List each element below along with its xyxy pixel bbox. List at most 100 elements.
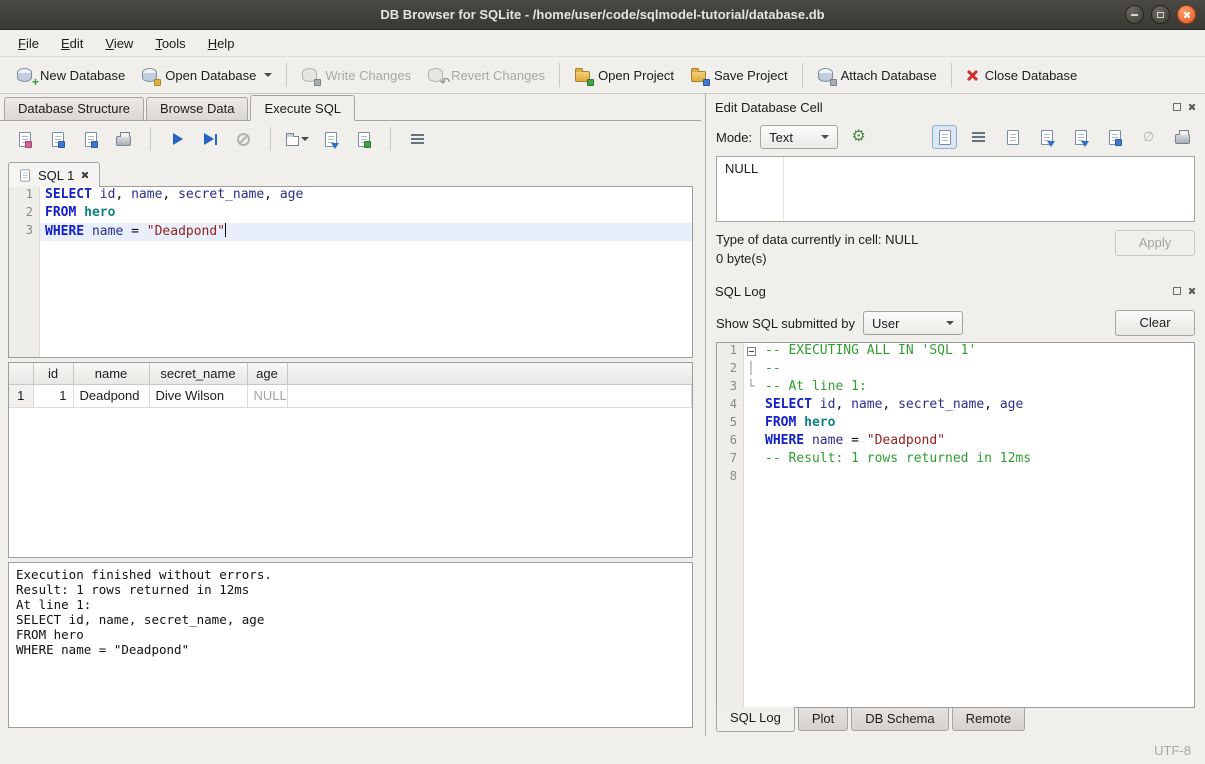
open-database-button[interactable]: Open Database — [133, 62, 280, 89]
dock-close-icon[interactable] — [1188, 287, 1196, 295]
sql-log-view[interactable]: 1-- EXECUTING ALL IN 'SQL 1'2│--3└-- At … — [716, 342, 1195, 708]
menu-edit[interactable]: Edit — [51, 32, 93, 55]
text-mode-button[interactable] — [932, 125, 957, 149]
export-cell-data-button[interactable] — [1068, 125, 1093, 149]
menu-bar: File Edit View Tools Help — [0, 30, 1205, 57]
close-tab-icon[interactable] — [81, 171, 89, 179]
menu-file[interactable]: File — [8, 32, 49, 55]
code-line: 6WHERE name = "Deadpond" — [717, 433, 1194, 451]
toolbar-separator — [286, 63, 287, 87]
new-database-button[interactable]: + New Database — [8, 62, 133, 89]
results-grid[interactable]: idnamesecret_nameage 11DeadpondDive Wils… — [8, 362, 693, 558]
cell-word-wrap-button[interactable] — [966, 125, 991, 149]
table-row[interactable]: 11DeadpondDive WilsonNULL — [9, 384, 692, 407]
log-filter-select[interactable]: User — [863, 311, 963, 335]
column-header-secret_name[interactable]: secret_name — [149, 363, 247, 384]
save-cell-as-button[interactable] — [1102, 125, 1127, 149]
new-tab-dropdown-icon — [301, 137, 309, 141]
left-panel: Database Structure Browse Data Execute S… — [0, 94, 701, 736]
sql-log-dock-header: SQL Log — [706, 278, 1205, 304]
gear-icon: ⚙ — [851, 129, 865, 145]
cell-info: Type of data currently in cell: NULL 0 b… — [706, 228, 1205, 278]
execute-current-line-button[interactable] — [198, 127, 223, 151]
close-icon — [1183, 11, 1191, 19]
apply-button: Apply — [1115, 230, 1195, 256]
save-sql-file-icon — [52, 132, 64, 147]
dock-tab-db-schema[interactable]: DB Schema — [851, 708, 948, 731]
close-button[interactable] — [1177, 5, 1196, 24]
print-cell-button[interactable] — [1170, 125, 1195, 149]
fold-marker — [743, 451, 759, 469]
cell-editor[interactable]: NULL — [716, 156, 1195, 222]
import-cell-data-button[interactable] — [1034, 125, 1059, 149]
window-title: DB Browser for SQLite - /home/user/code/… — [0, 7, 1205, 22]
table-cell[interactable]: Deadpond — [73, 384, 149, 407]
word-wrap-icon — [972, 132, 985, 143]
toolbar-separator — [951, 63, 952, 87]
tab-database-structure[interactable]: Database Structure — [4, 97, 144, 120]
save-sql-file-as-icon — [85, 132, 97, 147]
code-line: 5FROM hero — [717, 415, 1194, 433]
line-number: 6 — [717, 433, 743, 451]
fold-marker[interactable] — [743, 343, 759, 361]
execution-message[interactable]: Execution finished without errors. Resul… — [8, 562, 693, 728]
copy-cell-button[interactable] — [1000, 125, 1025, 149]
column-header-age[interactable]: age — [247, 363, 287, 384]
dock-close-icon[interactable] — [1188, 103, 1196, 111]
mode-label: Mode: — [716, 130, 752, 145]
open-project-button[interactable]: Open Project — [566, 62, 682, 89]
menu-view[interactable]: View — [95, 32, 143, 55]
open-new-tab-button[interactable] — [285, 127, 310, 151]
save-sql-file-button[interactable] — [45, 127, 70, 151]
attach-database-button[interactable]: Attach Database — [809, 62, 945, 89]
line-number: 7 — [717, 451, 743, 469]
open-sql-file-icon — [19, 132, 31, 147]
dock-tab-remote[interactable]: Remote — [952, 708, 1026, 731]
code-line: 8 — [717, 469, 1194, 487]
menu-help[interactable]: Help — [198, 32, 245, 55]
print-sql-button[interactable] — [111, 127, 136, 151]
sql-log-filter-row: Show SQL submitted by User Clear — [706, 304, 1205, 342]
save-sql-file-as-button[interactable] — [78, 127, 103, 151]
table-cell[interactable]: 1 — [33, 384, 73, 407]
code-line: 2│-- — [717, 361, 1194, 379]
execute-all-button[interactable] — [165, 127, 190, 151]
mode-select[interactable]: Text — [760, 125, 838, 149]
sql-document-tab[interactable]: SQL 1 — [8, 162, 100, 187]
code-line: 1-- EXECUTING ALL IN 'SQL 1' — [717, 343, 1194, 361]
sql-editor[interactable]: 1SELECT id, name, secret_name, age2FROM … — [8, 186, 693, 358]
column-header-id[interactable]: id — [33, 363, 73, 384]
import-sql-button[interactable] — [318, 127, 343, 151]
print-icon — [1175, 134, 1190, 144]
tab-execute-sql[interactable]: Execute SQL — [250, 95, 355, 121]
mode-settings-button[interactable]: ⚙ — [846, 125, 871, 149]
cell-editor-icons: ∅ — [932, 125, 1195, 149]
open-sql-file-button[interactable] — [12, 127, 37, 151]
export-file-icon — [358, 132, 370, 147]
close-database-button[interactable]: Close Database — [958, 63, 1086, 88]
dock-tab-sql-log[interactable]: SQL Log — [716, 707, 795, 732]
table-cell[interactable]: Dive Wilson — [149, 384, 247, 407]
export-sql-button[interactable] — [351, 127, 376, 151]
main-toolbar: + New Database Open Database Write Chang… — [0, 57, 1205, 94]
line-number: 3 — [717, 379, 743, 397]
set-null-button: ∅ — [1136, 125, 1161, 149]
open-database-dropdown-icon[interactable] — [264, 73, 272, 77]
tab-browse-data[interactable]: Browse Data — [146, 97, 248, 120]
save-project-button[interactable]: Save Project — [682, 62, 796, 89]
minimize-icon — [1131, 14, 1138, 16]
dock-float-icon[interactable] — [1173, 287, 1181, 295]
edit-cell-title: Edit Database Cell — [715, 100, 823, 115]
maximize-button[interactable] — [1151, 5, 1170, 24]
minimize-button[interactable] — [1125, 5, 1144, 24]
dock-tab-plot[interactable]: Plot — [798, 708, 848, 731]
write-changes-icon — [301, 67, 319, 84]
word-wrap-button[interactable] — [405, 127, 430, 151]
table-cell[interactable]: NULL — [247, 384, 287, 407]
clear-log-button[interactable]: Clear — [1115, 310, 1195, 336]
column-header-name[interactable]: name — [73, 363, 149, 384]
header-filler — [287, 363, 692, 384]
dock-float-icon[interactable] — [1173, 103, 1181, 111]
menu-tools[interactable]: Tools — [145, 32, 195, 55]
main-tab-bar: Database Structure Browse Data Execute S… — [0, 94, 701, 121]
